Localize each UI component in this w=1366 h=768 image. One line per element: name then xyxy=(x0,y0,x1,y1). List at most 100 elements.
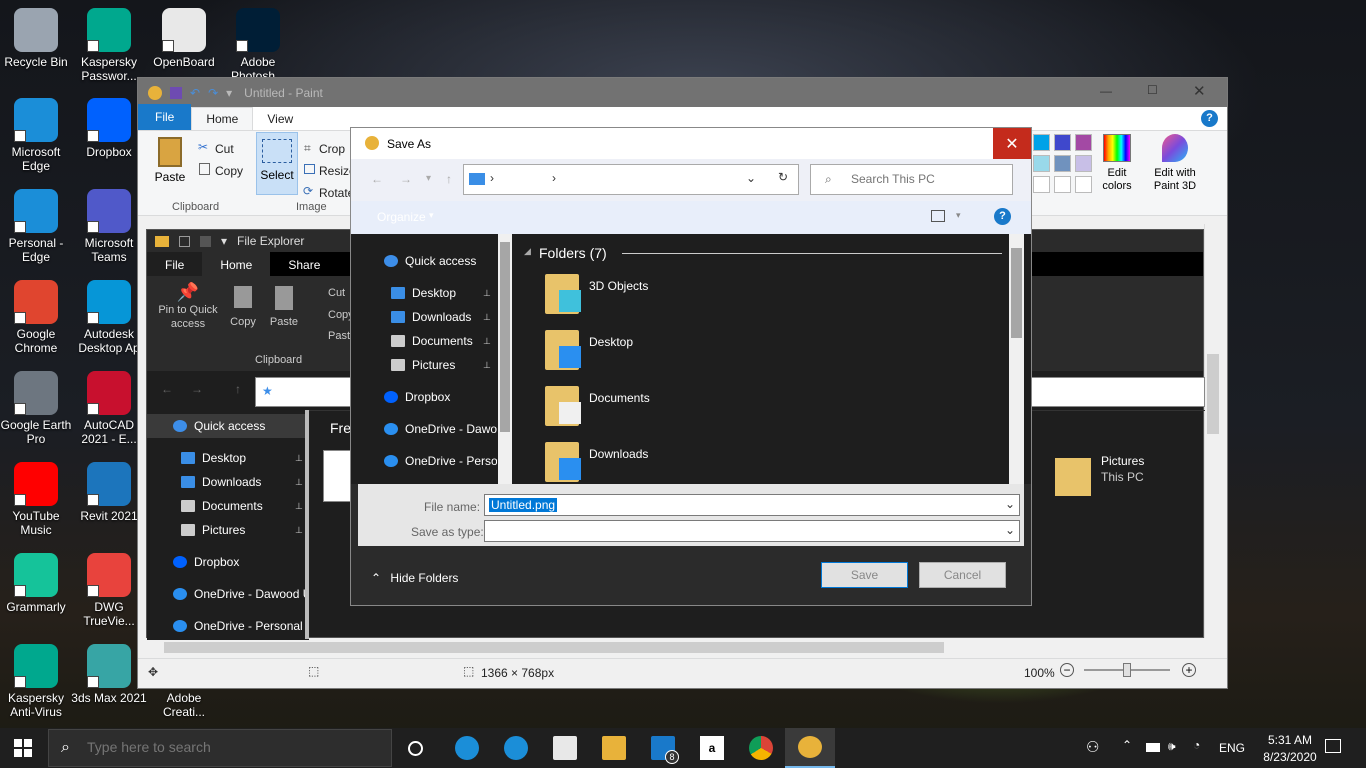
forward-icon[interactable]: → xyxy=(191,382,203,396)
nav-item[interactable]: Quick access xyxy=(147,414,309,438)
mail-icon[interactable]: 8 xyxy=(651,736,679,764)
cancel-button[interactable]: Cancel xyxy=(919,562,1006,588)
dialog-title-bar[interactable]: Save As ✕ xyxy=(351,128,1031,159)
back-icon[interactable]: ← xyxy=(161,382,173,396)
list-vscrollbar[interactable] xyxy=(1009,234,1024,484)
qa-undo-icon[interactable]: ↶ xyxy=(190,86,200,100)
desktop-icon[interactable]: YouTube Music xyxy=(0,462,76,537)
color-swatch[interactable] xyxy=(1033,176,1050,193)
file-name-field[interactable]: Untitled.png ⌄ xyxy=(484,494,1020,516)
desktop-icon[interactable]: Adobe Photosh... xyxy=(218,8,298,83)
nav-item[interactable]: Documents ⊥ xyxy=(358,329,497,353)
clock-date[interactable]: 8/23/2020 xyxy=(1254,750,1326,764)
up-icon[interactable]: ↑ xyxy=(446,172,452,186)
start-windows-icon[interactable] xyxy=(14,739,32,757)
clock-time[interactable]: 5:31 AM xyxy=(1258,733,1322,747)
desktop-icon[interactable]: Kaspersky Passwor... xyxy=(69,8,149,83)
language-indicator[interactable]: ENG xyxy=(1219,741,1245,755)
color-swatch[interactable] xyxy=(1033,155,1050,172)
nav-item[interactable]: Documents ⊥ xyxy=(147,494,309,518)
view-dropdown-icon[interactable]: ▾ xyxy=(956,210,961,221)
nav-item[interactable]: Pictures ⊥ xyxy=(147,518,309,542)
desktop-icon[interactable]: Kaspersky Anti-Virus xyxy=(0,644,76,719)
qa-properties-icon[interactable] xyxy=(179,235,190,247)
dialog-close-button[interactable]: ✕ xyxy=(993,128,1031,159)
qa-newfolder-icon[interactable] xyxy=(200,235,211,247)
save-type-dropdown-icon[interactable]: ⌄ xyxy=(1005,523,1015,537)
dialog-search-input[interactable] xyxy=(851,172,1001,186)
nav-item[interactable]: Dropbox xyxy=(147,550,309,574)
show-hidden-icons[interactable]: ⌃ xyxy=(1122,738,1132,752)
zoom-slider-thumb[interactable] xyxy=(1123,663,1131,677)
desktop-icon[interactable]: Grammarly xyxy=(0,553,76,614)
edge-icon[interactable] xyxy=(455,736,479,760)
file-name-dropdown-icon[interactable]: ⌄ xyxy=(1005,497,1015,511)
dialog-address-bar[interactable]: › › ⌄ ↻ xyxy=(463,164,799,195)
explorer-tab-home[interactable]: Home xyxy=(202,252,271,276)
save-button[interactable]: Save xyxy=(821,562,908,588)
view-options-icon[interactable] xyxy=(931,210,945,222)
maximize-button[interactable]: ☐ xyxy=(1147,83,1158,97)
people-icon[interactable]: ⚇ xyxy=(1086,738,1099,756)
select-button[interactable]: Select xyxy=(256,132,298,195)
nav-item[interactable]: OneDrive - Person xyxy=(358,449,497,473)
list-scroll-thumb[interactable] xyxy=(1011,248,1022,338)
folder-item[interactable]: Downloads xyxy=(545,442,845,484)
explorer-paste-button[interactable]: Paste xyxy=(267,286,301,328)
back-icon[interactable]: ← xyxy=(371,172,383,186)
address-dropdown-icon[interactable]: ⌄ xyxy=(746,171,756,185)
color-swatch[interactable] xyxy=(1075,176,1092,193)
qa-save-icon[interactable] xyxy=(170,86,182,99)
file-explorer-icon[interactable] xyxy=(602,736,626,760)
nav-item[interactable]: Dropbox xyxy=(358,385,497,409)
nav-scroll-thumb[interactable] xyxy=(500,242,510,432)
close-button[interactable]: ✕ xyxy=(1193,82,1206,100)
task-view-icon[interactable] xyxy=(408,741,423,756)
forward-icon[interactable]: → xyxy=(400,172,412,186)
notification-icon[interactable] xyxy=(1325,739,1341,753)
explorer-cut-button[interactable]: Cut xyxy=(328,287,345,299)
up-icon[interactable]: ↑ xyxy=(235,382,241,396)
amazon-icon[interactable]: a xyxy=(700,736,724,760)
color-swatch[interactable] xyxy=(1054,155,1071,172)
explorer-pictures-item[interactable]: Pictures This PC xyxy=(1055,454,1205,504)
organize-button[interactable]: Organize xyxy=(377,210,426,224)
edit-with-paint3d-button[interactable]: Edit with Paint 3D xyxy=(1145,134,1205,192)
refresh-icon[interactable]: ↻ xyxy=(778,170,788,184)
desktop-icon[interactable]: Google Earth Pro xyxy=(0,371,76,446)
paint-taskbar-item[interactable] xyxy=(785,728,835,768)
battery-icon[interactable] xyxy=(1146,743,1160,752)
nav-item[interactable]: Desktop ⊥ xyxy=(147,446,309,470)
nav-vscrollbar[interactable] xyxy=(498,234,512,484)
nav-item[interactable]: OneDrive - Dawoo xyxy=(358,417,497,441)
nav-item[interactable]: Pictures ⊥ xyxy=(358,353,497,377)
zoom-out-button[interactable]: − xyxy=(1060,663,1074,677)
nav-item[interactable]: Quick access xyxy=(358,249,497,273)
store-icon[interactable] xyxy=(553,736,577,760)
minimize-button[interactable]: — xyxy=(1100,84,1112,98)
file-name-value[interactable]: Untitled.png xyxy=(489,498,558,512)
taskbar-search-box[interactable]: ⌕ xyxy=(48,729,392,767)
color-swatch[interactable] xyxy=(1075,155,1092,172)
folder-item[interactable]: Desktop xyxy=(545,330,845,376)
color-swatch[interactable] xyxy=(1075,134,1092,151)
qa-dropdown-icon[interactable]: ▾ xyxy=(221,234,227,248)
explorer-tab-file[interactable]: File xyxy=(147,252,203,276)
paste-button[interactable]: Paste xyxy=(152,137,188,184)
nav-item[interactable]: Downloads ⊥ xyxy=(147,470,309,494)
taskbar-search-input[interactable] xyxy=(87,739,377,755)
recent-locations-icon[interactable]: ▾ xyxy=(426,173,431,184)
save-type-select[interactable]: ⌄ xyxy=(484,520,1020,542)
edge-profile-icon[interactable] xyxy=(504,736,528,760)
zoom-in-button[interactable]: + xyxy=(1182,663,1196,677)
section-collapse-icon[interactable]: ◢ xyxy=(524,246,531,257)
volume-icon[interactable]: 🕪 xyxy=(1168,739,1176,754)
nav-item[interactable]: OneDrive - Dawood U xyxy=(147,582,309,606)
qa-redo-icon[interactable]: ↷ xyxy=(208,86,218,100)
qa-customize-icon[interactable]: ▾ xyxy=(226,86,232,100)
crop-button[interactable]: Crop xyxy=(319,142,345,156)
explorer-paste-shortcut-button[interactable]: Past xyxy=(328,330,350,342)
color-swatch[interactable] xyxy=(1033,134,1050,151)
help-icon[interactable]: ? xyxy=(1201,110,1218,127)
desktop-icon[interactable]: Recycle Bin xyxy=(0,8,76,69)
